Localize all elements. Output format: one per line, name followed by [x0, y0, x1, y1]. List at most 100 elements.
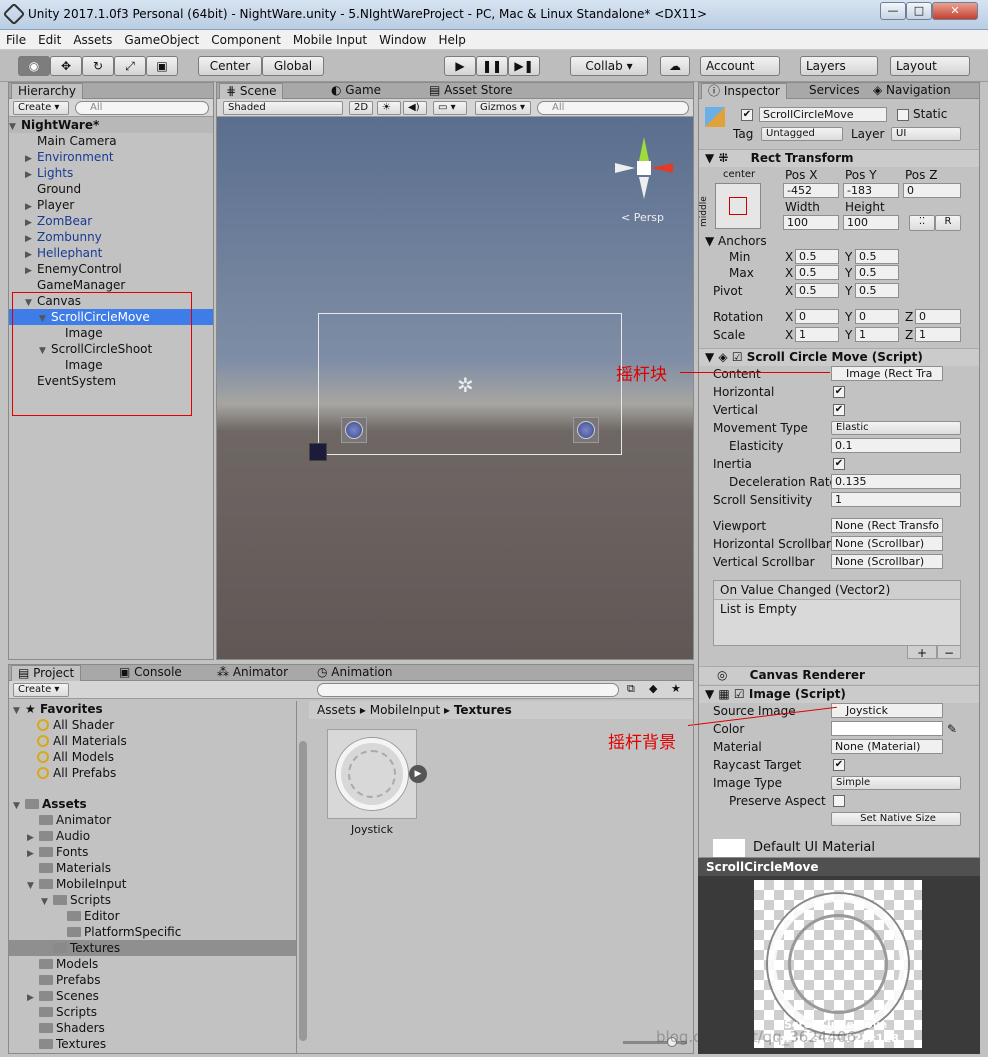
menu-mobile-input[interactable]: Mobile Input	[287, 30, 373, 50]
project-search-input[interactable]	[317, 683, 619, 697]
source-image-field[interactable]: Joystick	[831, 703, 943, 718]
favorite-item[interactable]: All Prefabs	[37, 765, 116, 781]
sensitivity-field[interactable]: 1	[831, 492, 961, 507]
event-remove-button[interactable]: −	[937, 645, 961, 660]
posy-field[interactable]: -183	[843, 183, 899, 198]
menu-file[interactable]: File	[0, 30, 32, 50]
tab-navigation[interactable]: ◈ Navigation	[867, 83, 957, 99]
tab-inspector[interactable]: ⓘ Inspector	[701, 83, 787, 99]
breadcrumb-textures[interactable]: Textures	[454, 703, 512, 717]
layout-dropdown[interactable]: Layout	[890, 56, 970, 76]
project-folder-item[interactable]: Textures	[9, 940, 296, 956]
min-y-field[interactable]: 0.5	[855, 249, 899, 264]
persp-label[interactable]: < Persp	[621, 211, 664, 224]
project-folder-item[interactable]: PlatformSpecific	[9, 924, 296, 940]
account-dropdown[interactable]: Account	[700, 56, 780, 76]
tab-animation[interactable]: ◷ Animation	[311, 665, 398, 681]
hierarchy-item[interactable]: ▶ EnemyControl	[9, 261, 213, 277]
tab-animator[interactable]: ⁂ Animator	[211, 665, 294, 681]
project-folder-item[interactable]: Prefabs	[9, 972, 296, 988]
raw-edit-button[interactable]: R	[935, 215, 961, 231]
rect-transform-header[interactable]: ▼ ⁜ Rect Transform	[699, 149, 979, 167]
joystick-move-handle[interactable]	[341, 417, 367, 443]
scale-x-field[interactable]: 1	[795, 327, 839, 342]
project-folder-item[interactable]: Textures	[9, 1036, 296, 1052]
menu-help[interactable]: Help	[432, 30, 471, 50]
step-button[interactable]: ▶❚	[508, 56, 540, 76]
active-checkbox[interactable]: ✔	[741, 109, 753, 121]
favorite-item[interactable]: All Materials	[37, 733, 127, 749]
pivot-x-field[interactable]: 0.5	[795, 283, 839, 298]
gizmo-center-cube-icon[interactable]	[637, 161, 651, 175]
hierarchy-item[interactable]: Main Camera	[9, 133, 213, 149]
hierarchy-create-dropdown[interactable]: Create ▾	[13, 101, 69, 115]
gizmo-x-axis-icon[interactable]	[651, 163, 673, 173]
lighting-toggle-icon[interactable]: ☀	[377, 101, 401, 115]
hierarchy-item[interactable]: ▶ Lights	[9, 165, 213, 181]
breadcrumb-assets[interactable]: Assets	[317, 703, 356, 717]
player-object[interactable]	[309, 443, 327, 461]
horizontal-checkbox[interactable]: ✔	[833, 386, 845, 398]
hierarchy-search-input[interactable]: All	[75, 101, 209, 115]
tab-scene[interactable]: ⋕ Scene	[219, 83, 284, 99]
joystick-shoot-handle[interactable]	[573, 417, 599, 443]
favorite-item[interactable]: All Models	[37, 749, 114, 765]
gizmo-bottom-axis-icon[interactable]	[639, 177, 649, 199]
project-folder-item[interactable]: Models	[9, 956, 296, 972]
movement-type-dropdown[interactable]: Elastic	[831, 421, 961, 435]
project-folder-item[interactable]: ▶ Fonts	[9, 844, 296, 860]
raycast-checkbox[interactable]: ✔	[833, 759, 845, 771]
scale-y-field[interactable]: 1	[855, 327, 899, 342]
static-checkbox[interactable]	[897, 109, 909, 121]
rot-z-field[interactable]: 0	[915, 309, 961, 324]
max-y-field[interactable]: 0.5	[855, 265, 899, 280]
play-button[interactable]: ▶	[444, 56, 476, 76]
cloud-icon[interactable]: ☁	[660, 56, 690, 76]
hierarchy-item[interactable]: ▶ Zombunny	[9, 229, 213, 245]
favorite-star-icon[interactable]: ★	[671, 682, 681, 695]
rotate-tool-button[interactable]: ↻	[82, 56, 114, 76]
assets-root[interactable]: ▼ Assets	[13, 796, 87, 812]
tab-asset-store[interactable]: ▤ Asset Store	[423, 83, 519, 99]
asset-joystick[interactable]: ▶ Joystick	[327, 729, 427, 839]
hierarchy-item[interactable]: ▶ ZomBear	[9, 213, 213, 229]
pivot-y-field[interactable]: 0.5	[855, 283, 899, 298]
menu-window[interactable]: Window	[373, 30, 432, 50]
hierarchy-item[interactable]: ▶ Hellephant	[9, 245, 213, 261]
scroll-circle-header[interactable]: ▼ ◈ ☑ Scroll Circle Move (Script)	[699, 348, 979, 366]
scene-viewport[interactable]: < Persp ✲	[217, 117, 693, 659]
layer-dropdown[interactable]: UI	[891, 127, 961, 141]
project-folder-item[interactable]: Editor	[9, 908, 296, 924]
tab-game[interactable]: ◐ Game	[325, 83, 387, 99]
scale-z-field[interactable]: 1	[915, 327, 961, 342]
collab-button[interactable]: Collab ▾	[570, 56, 648, 76]
height-field[interactable]: 100	[843, 215, 899, 230]
posz-field[interactable]: 0	[903, 183, 961, 198]
hierarchy-item[interactable]: Ground	[9, 181, 213, 197]
menu-edit[interactable]: Edit	[32, 30, 67, 50]
layers-dropdown[interactable]: Layers	[800, 56, 878, 76]
project-folder-item[interactable]: Scripts	[9, 1004, 296, 1020]
event-add-button[interactable]: +	[907, 645, 937, 660]
preserve-aspect-checkbox[interactable]	[833, 795, 845, 807]
content-field[interactable]: Image (Rect Tra	[831, 366, 943, 381]
pause-button[interactable]: ❚❚	[476, 56, 508, 76]
blueprint-mode-button[interactable]: ⁚⁚	[909, 215, 935, 231]
project-create-dropdown[interactable]: Create ▾	[13, 683, 69, 697]
hierarchy-item[interactable]: ▶ Environment	[9, 149, 213, 165]
mode-2d-button[interactable]: 2D	[349, 101, 373, 115]
image-script-header[interactable]: ▼ ▦ ☑ Image (Script)	[699, 685, 979, 703]
project-folder-item[interactable]: Animator	[9, 812, 296, 828]
inertia-checkbox[interactable]: ✔	[833, 458, 845, 470]
play-preview-icon[interactable]: ▶	[409, 765, 427, 783]
posx-field[interactable]: -452	[783, 183, 839, 198]
favorite-item[interactable]: All Shader	[37, 717, 114, 733]
tab-project[interactable]: ▤ Project	[11, 665, 82, 681]
viewport-field[interactable]: None (Rect Transfo	[831, 518, 943, 533]
object-name-field[interactable]: ScrollCircleMove	[759, 107, 887, 122]
project-folder-item[interactable]: ▼ Scripts	[9, 892, 296, 908]
global-button[interactable]: Global	[262, 56, 324, 76]
menu-assets[interactable]: Assets	[67, 30, 118, 50]
filter-type-icon[interactable]: ⧉	[627, 682, 635, 696]
image-type-dropdown[interactable]: Simple	[831, 776, 961, 790]
